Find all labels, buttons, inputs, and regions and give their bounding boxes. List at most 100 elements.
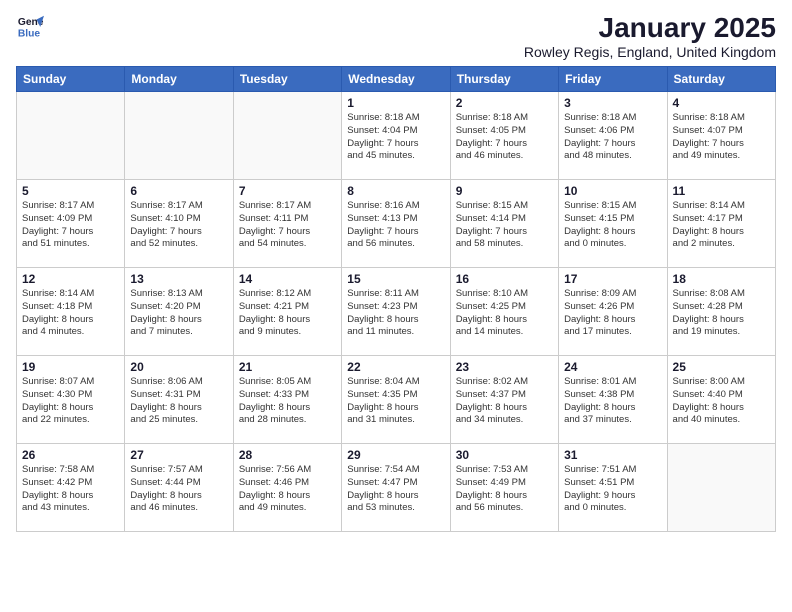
day-header-sunday: Sunday [17,67,125,92]
day-info: Sunrise: 7:56 AM Sunset: 4:46 PM Dayligh… [239,464,336,515]
svg-text:Blue: Blue [18,28,41,39]
day-info: Sunrise: 8:08 AM Sunset: 4:28 PM Dayligh… [673,288,770,339]
day-info: Sunrise: 8:16 AM Sunset: 4:13 PM Dayligh… [347,200,444,251]
day-cell: 30 Sunrise: 7:53 AM Sunset: 4:49 PM Dayli… [450,444,558,532]
day-info: Sunrise: 8:05 AM Sunset: 4:33 PM Dayligh… [239,376,336,427]
calendar-table: SundayMondayTuesdayWednesdayThursdayFrid… [16,66,776,532]
day-number: 31 [564,448,661,462]
day-cell: 6 Sunrise: 8:17 AM Sunset: 4:10 PM Daylig… [125,180,233,268]
day-cell: 28 Sunrise: 7:56 AM Sunset: 4:46 PM Dayli… [233,444,341,532]
day-number: 30 [456,448,553,462]
day-cell: 23 Sunrise: 8:02 AM Sunset: 4:37 PM Dayli… [450,356,558,444]
day-number: 6 [130,184,227,198]
page: General Blue January 2025 Rowley Regis, … [0,0,792,612]
day-header-tuesday: Tuesday [233,67,341,92]
day-cell: 4 Sunrise: 8:18 AM Sunset: 4:07 PM Daylig… [667,92,775,180]
day-number: 20 [130,360,227,374]
day-info: Sunrise: 7:51 AM Sunset: 4:51 PM Dayligh… [564,464,661,515]
day-info: Sunrise: 7:54 AM Sunset: 4:47 PM Dayligh… [347,464,444,515]
day-header-monday: Monday [125,67,233,92]
day-cell: 2 Sunrise: 8:18 AM Sunset: 4:05 PM Daylig… [450,92,558,180]
day-cell: 10 Sunrise: 8:15 AM Sunset: 4:15 PM Dayli… [559,180,667,268]
day-number: 17 [564,272,661,286]
day-header-friday: Friday [559,67,667,92]
day-number: 19 [22,360,119,374]
day-cell [17,92,125,180]
day-info: Sunrise: 8:06 AM Sunset: 4:31 PM Dayligh… [130,376,227,427]
day-number: 8 [347,184,444,198]
day-info: Sunrise: 8:09 AM Sunset: 4:26 PM Dayligh… [564,288,661,339]
day-info: Sunrise: 8:10 AM Sunset: 4:25 PM Dayligh… [456,288,553,339]
day-info: Sunrise: 8:14 AM Sunset: 4:18 PM Dayligh… [22,288,119,339]
day-number: 12 [22,272,119,286]
day-cell: 27Sunrise: 7:57 AM Sunset: 4:44 PM Dayli… [125,444,233,532]
header-row: SundayMondayTuesdayWednesdayThursdayFrid… [17,67,776,92]
day-number: 28 [239,448,336,462]
day-number: 15 [347,272,444,286]
day-info: Sunrise: 8:18 AM Sunset: 4:06 PM Dayligh… [564,112,661,163]
day-number: 25 [673,360,770,374]
header: General Blue January 2025 Rowley Regis, … [16,12,776,60]
day-number: 9 [456,184,553,198]
day-info: Sunrise: 8:13 AM Sunset: 4:20 PM Dayligh… [130,288,227,339]
day-cell: 9Sunrise: 8:15 AM Sunset: 4:14 PM Daylig… [450,180,558,268]
day-cell: 18 Sunrise: 8:08 AM Sunset: 4:28 PM Dayli… [667,268,775,356]
day-number: 18 [673,272,770,286]
day-info: Sunrise: 8:07 AM Sunset: 4:30 PM Dayligh… [22,376,119,427]
day-info: Sunrise: 8:18 AM Sunset: 4:05 PM Dayligh… [456,112,553,163]
day-cell: 19 Sunrise: 8:07 AM Sunset: 4:30 PM Dayli… [17,356,125,444]
day-info: Sunrise: 8:02 AM Sunset: 4:37 PM Dayligh… [456,376,553,427]
day-info: Sunrise: 8:00 AM Sunset: 4:40 PM Dayligh… [673,376,770,427]
day-info: Sunrise: 8:17 AM Sunset: 4:09 PM Dayligh… [22,200,119,251]
day-info: Sunrise: 8:01 AM Sunset: 4:38 PM Dayligh… [564,376,661,427]
day-cell: 16 Sunrise: 8:10 AM Sunset: 4:25 PM Dayli… [450,268,558,356]
day-cell [233,92,341,180]
week-row-5: 26 Sunrise: 7:58 AM Sunset: 4:42 PM Dayli… [17,444,776,532]
subtitle: Rowley Regis, England, United Kingdom [524,44,776,60]
day-cell: 31 Sunrise: 7:51 AM Sunset: 4:51 PM Dayli… [559,444,667,532]
day-number: 10 [564,184,661,198]
day-info: Sunrise: 8:04 AM Sunset: 4:35 PM Dayligh… [347,376,444,427]
week-row-3: 12 Sunrise: 8:14 AM Sunset: 4:18 PM Dayli… [17,268,776,356]
title-block: January 2025 Rowley Regis, England, Unit… [524,12,776,60]
day-number: 14 [239,272,336,286]
day-number: 26 [22,448,119,462]
day-number: 16 [456,272,553,286]
day-info: Sunrise: 8:15 AM Sunset: 4:15 PM Dayligh… [564,200,661,251]
day-cell: 17 Sunrise: 8:09 AM Sunset: 4:26 PM Dayli… [559,268,667,356]
day-number: 3 [564,96,661,110]
week-row-4: 19 Sunrise: 8:07 AM Sunset: 4:30 PM Dayli… [17,356,776,444]
day-info: Sunrise: 8:11 AM Sunset: 4:23 PM Dayligh… [347,288,444,339]
day-info: Sunrise: 8:18 AM Sunset: 4:07 PM Dayligh… [673,112,770,163]
day-number: 2 [456,96,553,110]
day-info: Sunrise: 7:53 AM Sunset: 4:49 PM Dayligh… [456,464,553,515]
day-cell [667,444,775,532]
day-number: 1 [347,96,444,110]
day-number: 7 [239,184,336,198]
day-info: Sunrise: 8:17 AM Sunset: 4:10 PM Dayligh… [130,200,227,251]
day-cell: 8 Sunrise: 8:16 AM Sunset: 4:13 PM Daylig… [342,180,450,268]
day-header-wednesday: Wednesday [342,67,450,92]
day-info: Sunrise: 8:17 AM Sunset: 4:11 PM Dayligh… [239,200,336,251]
day-info: Sunrise: 7:58 AM Sunset: 4:42 PM Dayligh… [22,464,119,515]
day-number: 24 [564,360,661,374]
day-cell: 11Sunrise: 8:14 AM Sunset: 4:17 PM Dayli… [667,180,775,268]
day-number: 22 [347,360,444,374]
day-cell: 15 Sunrise: 8:11 AM Sunset: 4:23 PM Dayli… [342,268,450,356]
day-number: 27 [130,448,227,462]
day-number: 21 [239,360,336,374]
day-number: 23 [456,360,553,374]
logo: General Blue [16,12,44,40]
day-cell: 12 Sunrise: 8:14 AM Sunset: 4:18 PM Dayli… [17,268,125,356]
day-info: Sunrise: 8:18 AM Sunset: 4:04 PM Dayligh… [347,112,444,163]
day-number: 29 [347,448,444,462]
day-cell: 5Sunrise: 8:17 AM Sunset: 4:09 PM Daylig… [17,180,125,268]
day-info: Sunrise: 8:14 AM Sunset: 4:17 PM Dayligh… [673,200,770,251]
day-cell: 29 Sunrise: 7:54 AM Sunset: 4:47 PM Dayli… [342,444,450,532]
week-row-1: 1 Sunrise: 8:18 AM Sunset: 4:04 PM Daylig… [17,92,776,180]
day-header-saturday: Saturday [667,67,775,92]
day-header-thursday: Thursday [450,67,558,92]
day-cell: 3 Sunrise: 8:18 AM Sunset: 4:06 PM Daylig… [559,92,667,180]
week-row-2: 5Sunrise: 8:17 AM Sunset: 4:09 PM Daylig… [17,180,776,268]
day-number: 4 [673,96,770,110]
